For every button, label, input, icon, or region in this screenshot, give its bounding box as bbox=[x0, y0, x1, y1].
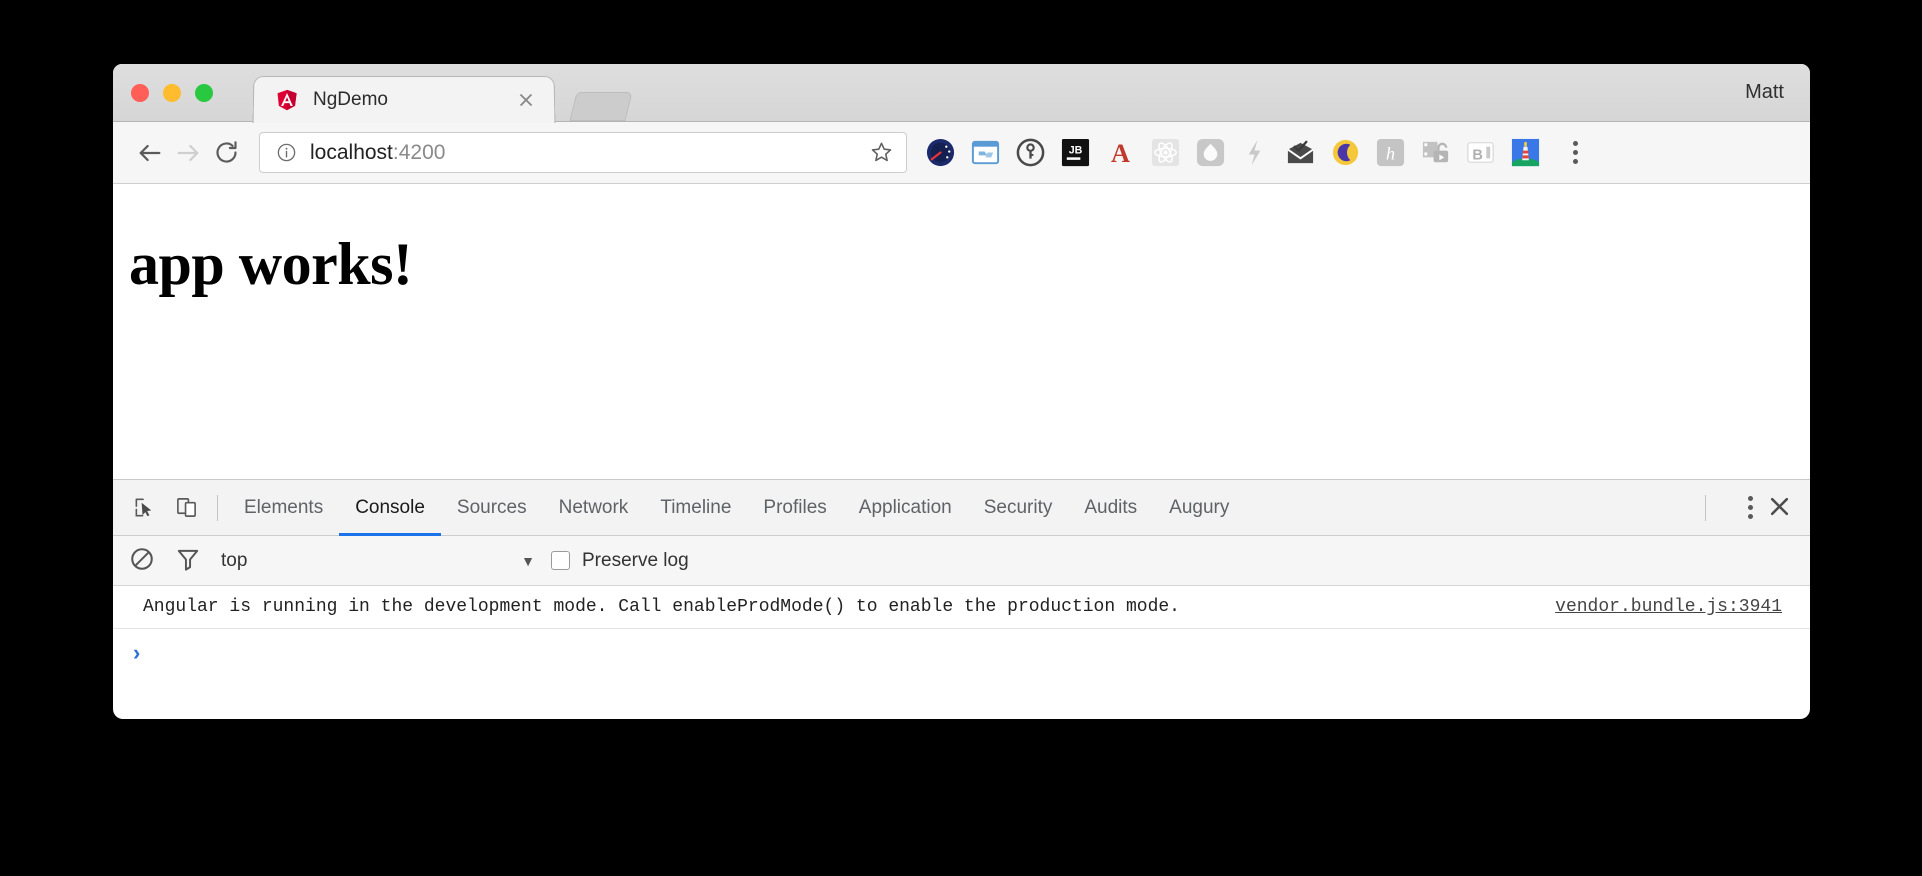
tab-strip: NgDemo Matt bbox=[113, 64, 1810, 124]
devtools-right-controls bbox=[1695, 491, 1810, 525]
video-unlock-extension-icon[interactable] bbox=[1420, 137, 1451, 168]
tab-profiles[interactable]: Profiles bbox=[747, 480, 842, 536]
close-window-button[interactable] bbox=[131, 84, 149, 102]
reload-icon[interactable] bbox=[207, 134, 245, 172]
mail-check-extension-icon[interactable] bbox=[1285, 137, 1316, 168]
onepassword-extension-icon[interactable] bbox=[1015, 137, 1046, 168]
console-message-text: Angular is running in the development mo… bbox=[143, 597, 1180, 617]
console-context-value: top bbox=[221, 549, 248, 571]
forward-arrow-icon bbox=[169, 134, 207, 172]
tab-title: NgDemo bbox=[312, 89, 389, 111]
browser-menu-icon[interactable] bbox=[1559, 136, 1591, 170]
extensions-bar: JB A h B bbox=[925, 137, 1541, 168]
speedometer-extension-icon[interactable] bbox=[925, 137, 956, 168]
devtools-more-options-icon[interactable] bbox=[1734, 491, 1766, 525]
bookmark-star-icon[interactable] bbox=[869, 140, 894, 165]
console-input-row[interactable]: › bbox=[113, 629, 1810, 677]
console-prompt-icon: › bbox=[133, 640, 141, 665]
chevron-down-icon[interactable]: ▼ bbox=[521, 553, 535, 569]
maximize-window-button[interactable] bbox=[195, 84, 213, 102]
tab-elements[interactable]: Elements bbox=[228, 480, 339, 536]
tab-console[interactable]: Console bbox=[339, 480, 441, 536]
tab-sources[interactable]: Sources bbox=[441, 480, 543, 536]
bitwarden-b-extension-icon[interactable]: B bbox=[1465, 137, 1496, 168]
preserve-log-label[interactable]: Preserve log bbox=[582, 550, 689, 572]
console-message-row: Angular is running in the development mo… bbox=[113, 586, 1810, 629]
teardrop-extension-icon[interactable] bbox=[1195, 137, 1226, 168]
url-host: localhost bbox=[310, 140, 393, 164]
honey-extension-icon[interactable]: h bbox=[1375, 137, 1406, 168]
window-traffic-lights bbox=[131, 84, 213, 102]
tab-network[interactable]: Network bbox=[543, 480, 645, 536]
devtools-divider bbox=[1705, 494, 1706, 521]
angular-icon bbox=[276, 89, 298, 111]
new-tab-button[interactable] bbox=[569, 92, 633, 121]
lightning-extension-icon[interactable] bbox=[1240, 137, 1271, 168]
close-icon[interactable] bbox=[515, 89, 537, 111]
devtools-panel: Elements Console Sources Network Timelin… bbox=[113, 480, 1810, 677]
svg-text:B: B bbox=[1472, 147, 1482, 163]
jetbrains-extension-icon[interactable]: JB bbox=[1060, 137, 1091, 168]
device-toolbar-icon[interactable] bbox=[165, 487, 207, 529]
inspect-element-icon[interactable] bbox=[123, 487, 165, 529]
tab-augury[interactable]: Augury bbox=[1153, 480, 1245, 536]
lighthouse-extension-icon[interactable] bbox=[1510, 137, 1541, 168]
url-port: :4200 bbox=[392, 140, 446, 164]
browser-window: NgDemo Matt localhost:4200 JB A h B app … bbox=[113, 64, 1810, 719]
window-tabs-extension-icon[interactable] bbox=[970, 137, 1001, 168]
tab-timeline[interactable]: Timeline bbox=[644, 480, 747, 536]
console-context-selector[interactable]: top ▼ bbox=[221, 550, 551, 572]
night-mode-moon-extension-icon[interactable] bbox=[1330, 137, 1361, 168]
profile-name[interactable]: Matt bbox=[1745, 81, 1784, 104]
filter-funnel-icon[interactable] bbox=[175, 546, 205, 576]
tab-security[interactable]: Security bbox=[968, 480, 1069, 536]
browser-toolbar: localhost:4200 JB A h B bbox=[113, 122, 1810, 184]
page-content: app works! bbox=[113, 184, 1810, 480]
devtools-tab-bar: Elements Console Sources Network Timelin… bbox=[113, 480, 1810, 536]
console-source-link[interactable]: vendor.bundle.js:3941 bbox=[1555, 597, 1782, 617]
clear-console-icon[interactable] bbox=[129, 546, 159, 576]
svg-text:A: A bbox=[1111, 139, 1130, 168]
react-devtools-extension-icon[interactable] bbox=[1150, 137, 1181, 168]
svg-text:JB: JB bbox=[1069, 144, 1083, 156]
browser-tab-ngdemo[interactable]: NgDemo bbox=[252, 76, 556, 124]
toolbar-divider bbox=[217, 494, 218, 521]
preserve-log-checkbox[interactable] bbox=[551, 551, 570, 570]
tab-audits[interactable]: Audits bbox=[1068, 480, 1153, 536]
page-info-icon[interactable] bbox=[276, 142, 297, 163]
back-arrow-icon[interactable] bbox=[131, 134, 169, 172]
console-filter-bar: top ▼ Preserve log bbox=[113, 536, 1810, 586]
devtools-close-icon[interactable] bbox=[1766, 493, 1796, 523]
page-title: app works! bbox=[129, 231, 413, 297]
minimize-window-button[interactable] bbox=[163, 84, 181, 102]
svg-text:h: h bbox=[1386, 143, 1395, 163]
address-bar[interactable]: localhost:4200 bbox=[259, 132, 907, 173]
adblock-a-extension-icon[interactable]: A bbox=[1105, 137, 1136, 168]
tab-application[interactable]: Application bbox=[843, 480, 968, 536]
url-text[interactable]: localhost:4200 bbox=[310, 141, 869, 165]
